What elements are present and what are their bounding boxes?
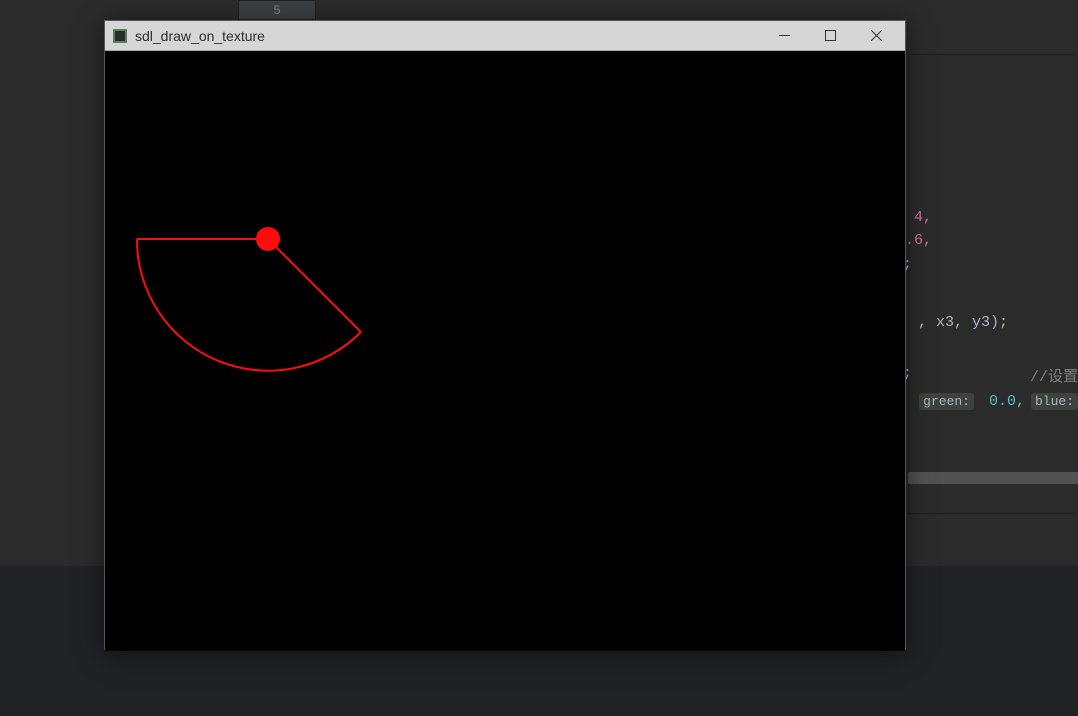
sdl-render-area (105, 51, 905, 651)
code-param-hints: green: 0.0, blue: (919, 393, 1078, 410)
code-comment: //设置 (1030, 365, 1078, 386)
minimize-button[interactable] (761, 21, 807, 51)
ide-tab: 5 (238, 0, 316, 20)
code-fragment: 4, (914, 209, 932, 226)
fan-shape-drawing (105, 51, 905, 651)
ide-editor-panel (908, 54, 1078, 514)
window-title: sdl_draw_on_texture (135, 28, 761, 44)
sdl-app-window: sdl_draw_on_texture (104, 20, 906, 650)
maximize-button[interactable] (807, 21, 853, 51)
code-fragment: , x3, y3); (918, 314, 1008, 331)
titlebar[interactable]: sdl_draw_on_texture (105, 21, 905, 51)
code-fragment: .6, (905, 232, 932, 249)
app-icon (113, 29, 127, 43)
close-button[interactable] (853, 21, 899, 51)
ide-scrollbar[interactable] (908, 472, 1078, 484)
